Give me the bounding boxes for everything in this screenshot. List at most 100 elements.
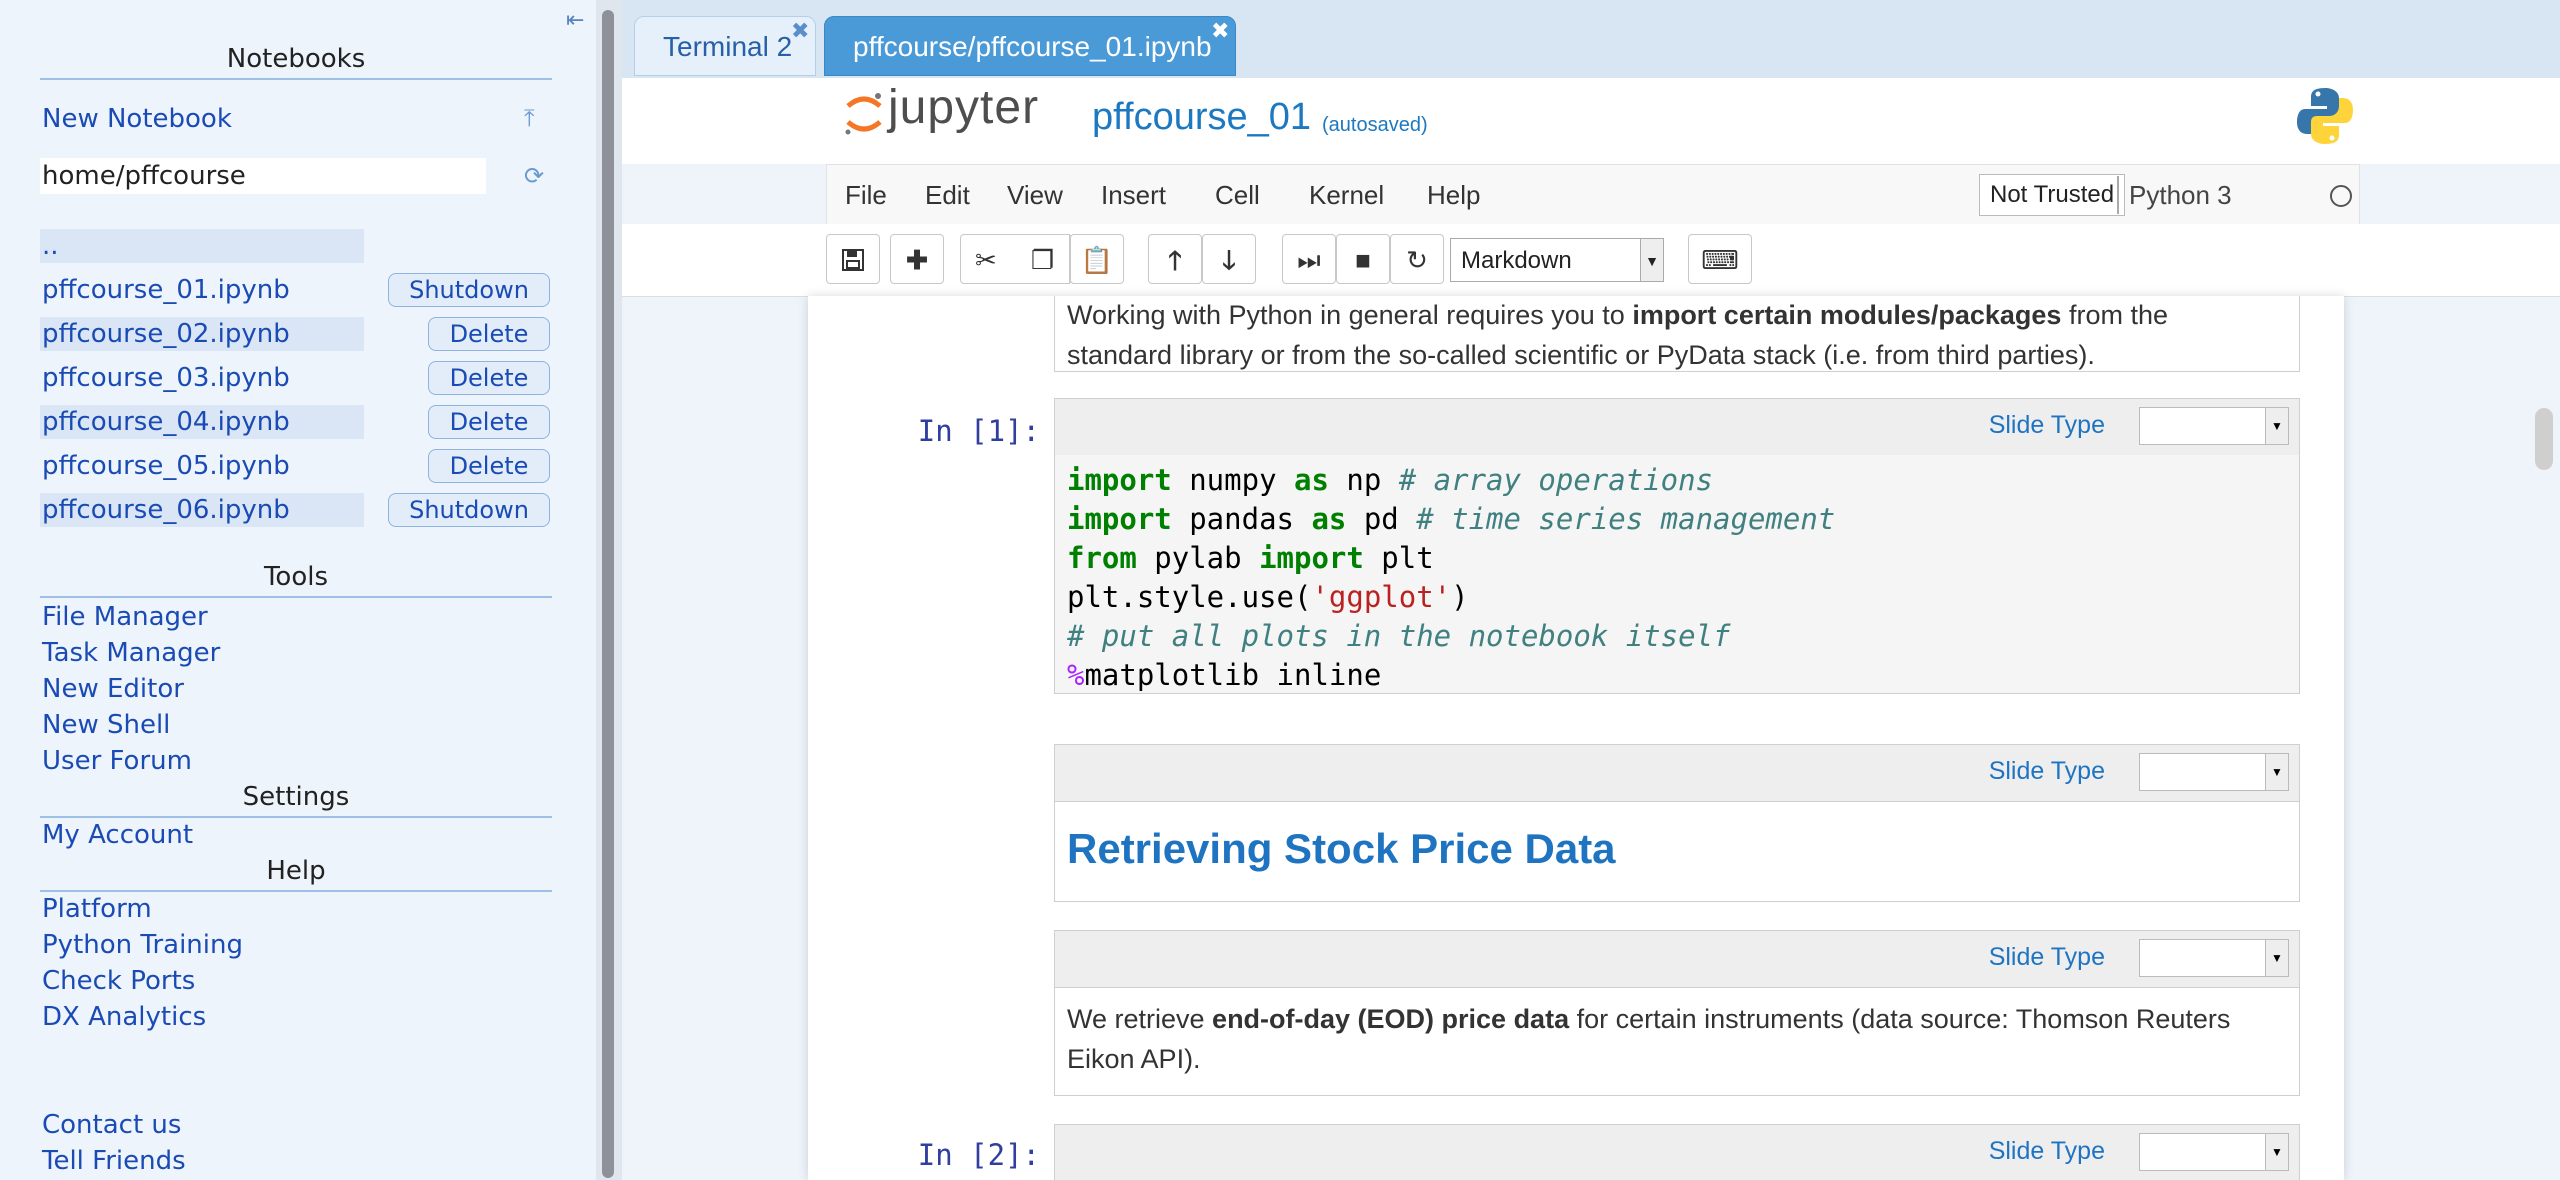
slide-type-select[interactable]: ▼ [2139, 939, 2289, 977]
file-manager-link[interactable]: File Manager [42, 602, 208, 632]
cell-type-value: Markdown [1461, 247, 1572, 274]
task-manager-link[interactable]: Task Manager [42, 638, 220, 668]
slide-type-select[interactable]: ▼ [2139, 407, 2289, 445]
delete-button[interactable]: Delete [428, 405, 550, 439]
markdown-cell[interactable]: Slide Type ▼ We retrieve end-of-day (EOD… [1054, 930, 2300, 1096]
file-item-pffcourse-05[interactable]: pffcourse_05.ipynb [40, 449, 364, 483]
close-icon[interactable]: ✖ [1211, 1, 1229, 61]
chevron-down-icon: ▼ [2265, 754, 2288, 790]
parent-directory-link[interactable]: .. [40, 229, 364, 263]
slide-toolbar: Slide Type ▼ [1055, 931, 2299, 988]
notebook-scrollbar[interactable] [2535, 408, 2553, 470]
chevron-down-icon: ▼ [2265, 940, 2288, 976]
upload-icon[interactable]: ⤒ [524, 104, 535, 132]
arrow-up-icon[interactable]: 🡑 [1148, 234, 1202, 284]
sidebar: ⇤ Notebooks New Notebook ⤒ ⟳ .. pffcours… [0, 0, 596, 1180]
notebook-toolbar: ✚ ✂ ❐ 📋 🡑 🡓 ⏭ ■ ↻ Markdown ▼ ⌨ [622, 224, 2560, 297]
collapse-sidebar-icon[interactable]: ⇤ [566, 8, 584, 33]
chevron-down-icon: ▼ [2265, 1134, 2288, 1170]
delete-button[interactable]: Delete [428, 361, 550, 395]
my-account-link[interactable]: My Account [42, 820, 193, 850]
help-section-title: Help [40, 856, 552, 892]
python-logo-icon [2297, 88, 2353, 144]
keyboard-icon[interactable]: ⌨ [1688, 234, 1752, 284]
file-item-pffcourse-03[interactable]: pffcourse_03.ipynb [40, 361, 364, 395]
tab-label: Terminal 2 [663, 31, 793, 62]
file-item-pffcourse-02[interactable]: pffcourse_02.ipynb [40, 317, 364, 351]
markdown-cell[interactable]: Slide Type ▼ Retrieving Stock Price Data [1054, 744, 2300, 902]
file-item-pffcourse-04[interactable]: pffcourse_04.ipynb [40, 405, 364, 439]
platform-link[interactable]: Platform [42, 894, 152, 924]
menu-edit[interactable]: Edit [925, 165, 970, 225]
tab-notebook[interactable]: pffcourse/pffcourse_01.ipynb ✖ [824, 16, 1236, 76]
plus-icon[interactable]: ✚ [890, 234, 944, 284]
settings-section-title: Settings [40, 782, 552, 818]
user-forum-link[interactable]: User Forum [42, 746, 192, 776]
file-item-pffcourse-06[interactable]: pffcourse_06.ipynb [40, 493, 364, 527]
main-panel: Terminal 2 ✖ pffcourse/pffcourse_01.ipyn… [622, 0, 2560, 1180]
refresh-icon[interactable]: ⟳ [524, 162, 544, 190]
jupyter-brand[interactable]: jupyter [888, 80, 1039, 135]
slide-toolbar: Slide Type ▼ [1055, 399, 2299, 456]
delete-button[interactable]: Delete [428, 449, 550, 483]
restart-icon[interactable]: ↻ [1390, 234, 1444, 284]
shutdown-button[interactable]: Shutdown [388, 493, 550, 527]
slide-type-label: Slide Type [1988, 943, 2105, 971]
dx-analytics-link[interactable]: DX Analytics [42, 1002, 206, 1032]
sidebar-resize-handle[interactable] [602, 10, 614, 1178]
cell-text: Working with Python in general requires … [1067, 300, 2168, 370]
kernel-status-icon [2330, 185, 2352, 207]
cell-text: We retrieve end-of-day (EOD) price data … [1067, 1004, 2231, 1074]
slide-toolbar: Slide Type ▼ [1055, 1125, 2299, 1180]
file-item-pffcourse-01[interactable]: pffcourse_01.ipynb [40, 273, 364, 307]
markdown-cell[interactable]: Working with Python in general requires … [1054, 296, 2300, 372]
autosave-status: (autosaved) [1322, 114, 1428, 136]
close-icon[interactable]: ✖ [791, 1, 809, 61]
python-training-link[interactable]: Python Training [42, 930, 243, 960]
not-trusted-button[interactable]: Not Trusted [1979, 174, 2126, 216]
slide-toolbar: Slide Type ▼ [1055, 745, 2299, 802]
delete-button[interactable]: Delete [428, 317, 550, 351]
code-cell[interactable]: Slide Type ▼ [1054, 1124, 2300, 1180]
slide-type-label: Slide Type [1988, 411, 2105, 439]
tell-friends-link[interactable]: Tell Friends [42, 1146, 186, 1176]
cell-type-select[interactable]: Markdown ▼ [1450, 238, 1664, 282]
path-input[interactable] [40, 158, 486, 194]
slide-type-select[interactable]: ▼ [2139, 1133, 2289, 1171]
stop-icon[interactable]: ■ [1336, 234, 1390, 284]
contact-us-link[interactable]: Contact us [42, 1110, 181, 1140]
run-icon[interactable]: ⏭ [1282, 234, 1336, 284]
menu-file[interactable]: File [845, 165, 887, 225]
tab-terminal-2[interactable]: Terminal 2 ✖ [634, 16, 816, 76]
new-editor-link[interactable]: New Editor [42, 674, 184, 704]
check-ports-link[interactable]: Check Ports [42, 966, 195, 996]
menu-insert[interactable]: Insert [1101, 165, 1166, 225]
save-icon[interactable] [826, 234, 880, 284]
menu-view[interactable]: View [1007, 165, 1063, 225]
chevron-down-icon: ▼ [1640, 239, 1663, 281]
arrow-down-icon[interactable]: 🡓 [1202, 234, 1256, 284]
code-cell[interactable]: Slide Type ▼ import numpy as np # array … [1054, 398, 2300, 694]
tab-bar: Terminal 2 ✖ pffcourse/pffcourse_01.ipyn… [622, 0, 2560, 78]
jupyter-logo-icon [845, 93, 882, 135]
menu-help[interactable]: Help [1427, 165, 1480, 225]
tools-section-title: Tools [40, 562, 552, 598]
kernel-name[interactable]: Python 3 [2117, 176, 2232, 214]
shutdown-button[interactable]: Shutdown [388, 273, 550, 307]
menu-kernel[interactable]: Kernel [1309, 165, 1384, 225]
notebook-name[interactable]: pffcourse_01 [1092, 96, 1311, 139]
slide-type-select[interactable]: ▼ [2139, 753, 2289, 791]
cell-prompt: In [2]: [917, 1138, 1040, 1172]
notebook-header: jupyter pffcourse_01 (autosaved) [622, 78, 2560, 164]
code-editor[interactable]: import numpy as np # array operations im… [1055, 455, 2299, 693]
notebook-container: Working with Python in general requires … [808, 296, 2344, 1180]
section-heading: Retrieving Stock Price Data [1067, 825, 1616, 872]
new-shell-link[interactable]: New Shell [42, 710, 170, 740]
menu-cell[interactable]: Cell [1215, 165, 1260, 225]
copy-icon[interactable]: ❐ [1016, 234, 1070, 284]
new-notebook-link[interactable]: New Notebook [42, 104, 232, 134]
menu-bar: File Edit View Insert Cell Kernel Help N… [826, 164, 2360, 226]
chevron-down-icon: ▼ [2265, 408, 2288, 444]
slide-type-label: Slide Type [1988, 1137, 2105, 1165]
paste-icon[interactable]: 📋 [1070, 234, 1124, 284]
